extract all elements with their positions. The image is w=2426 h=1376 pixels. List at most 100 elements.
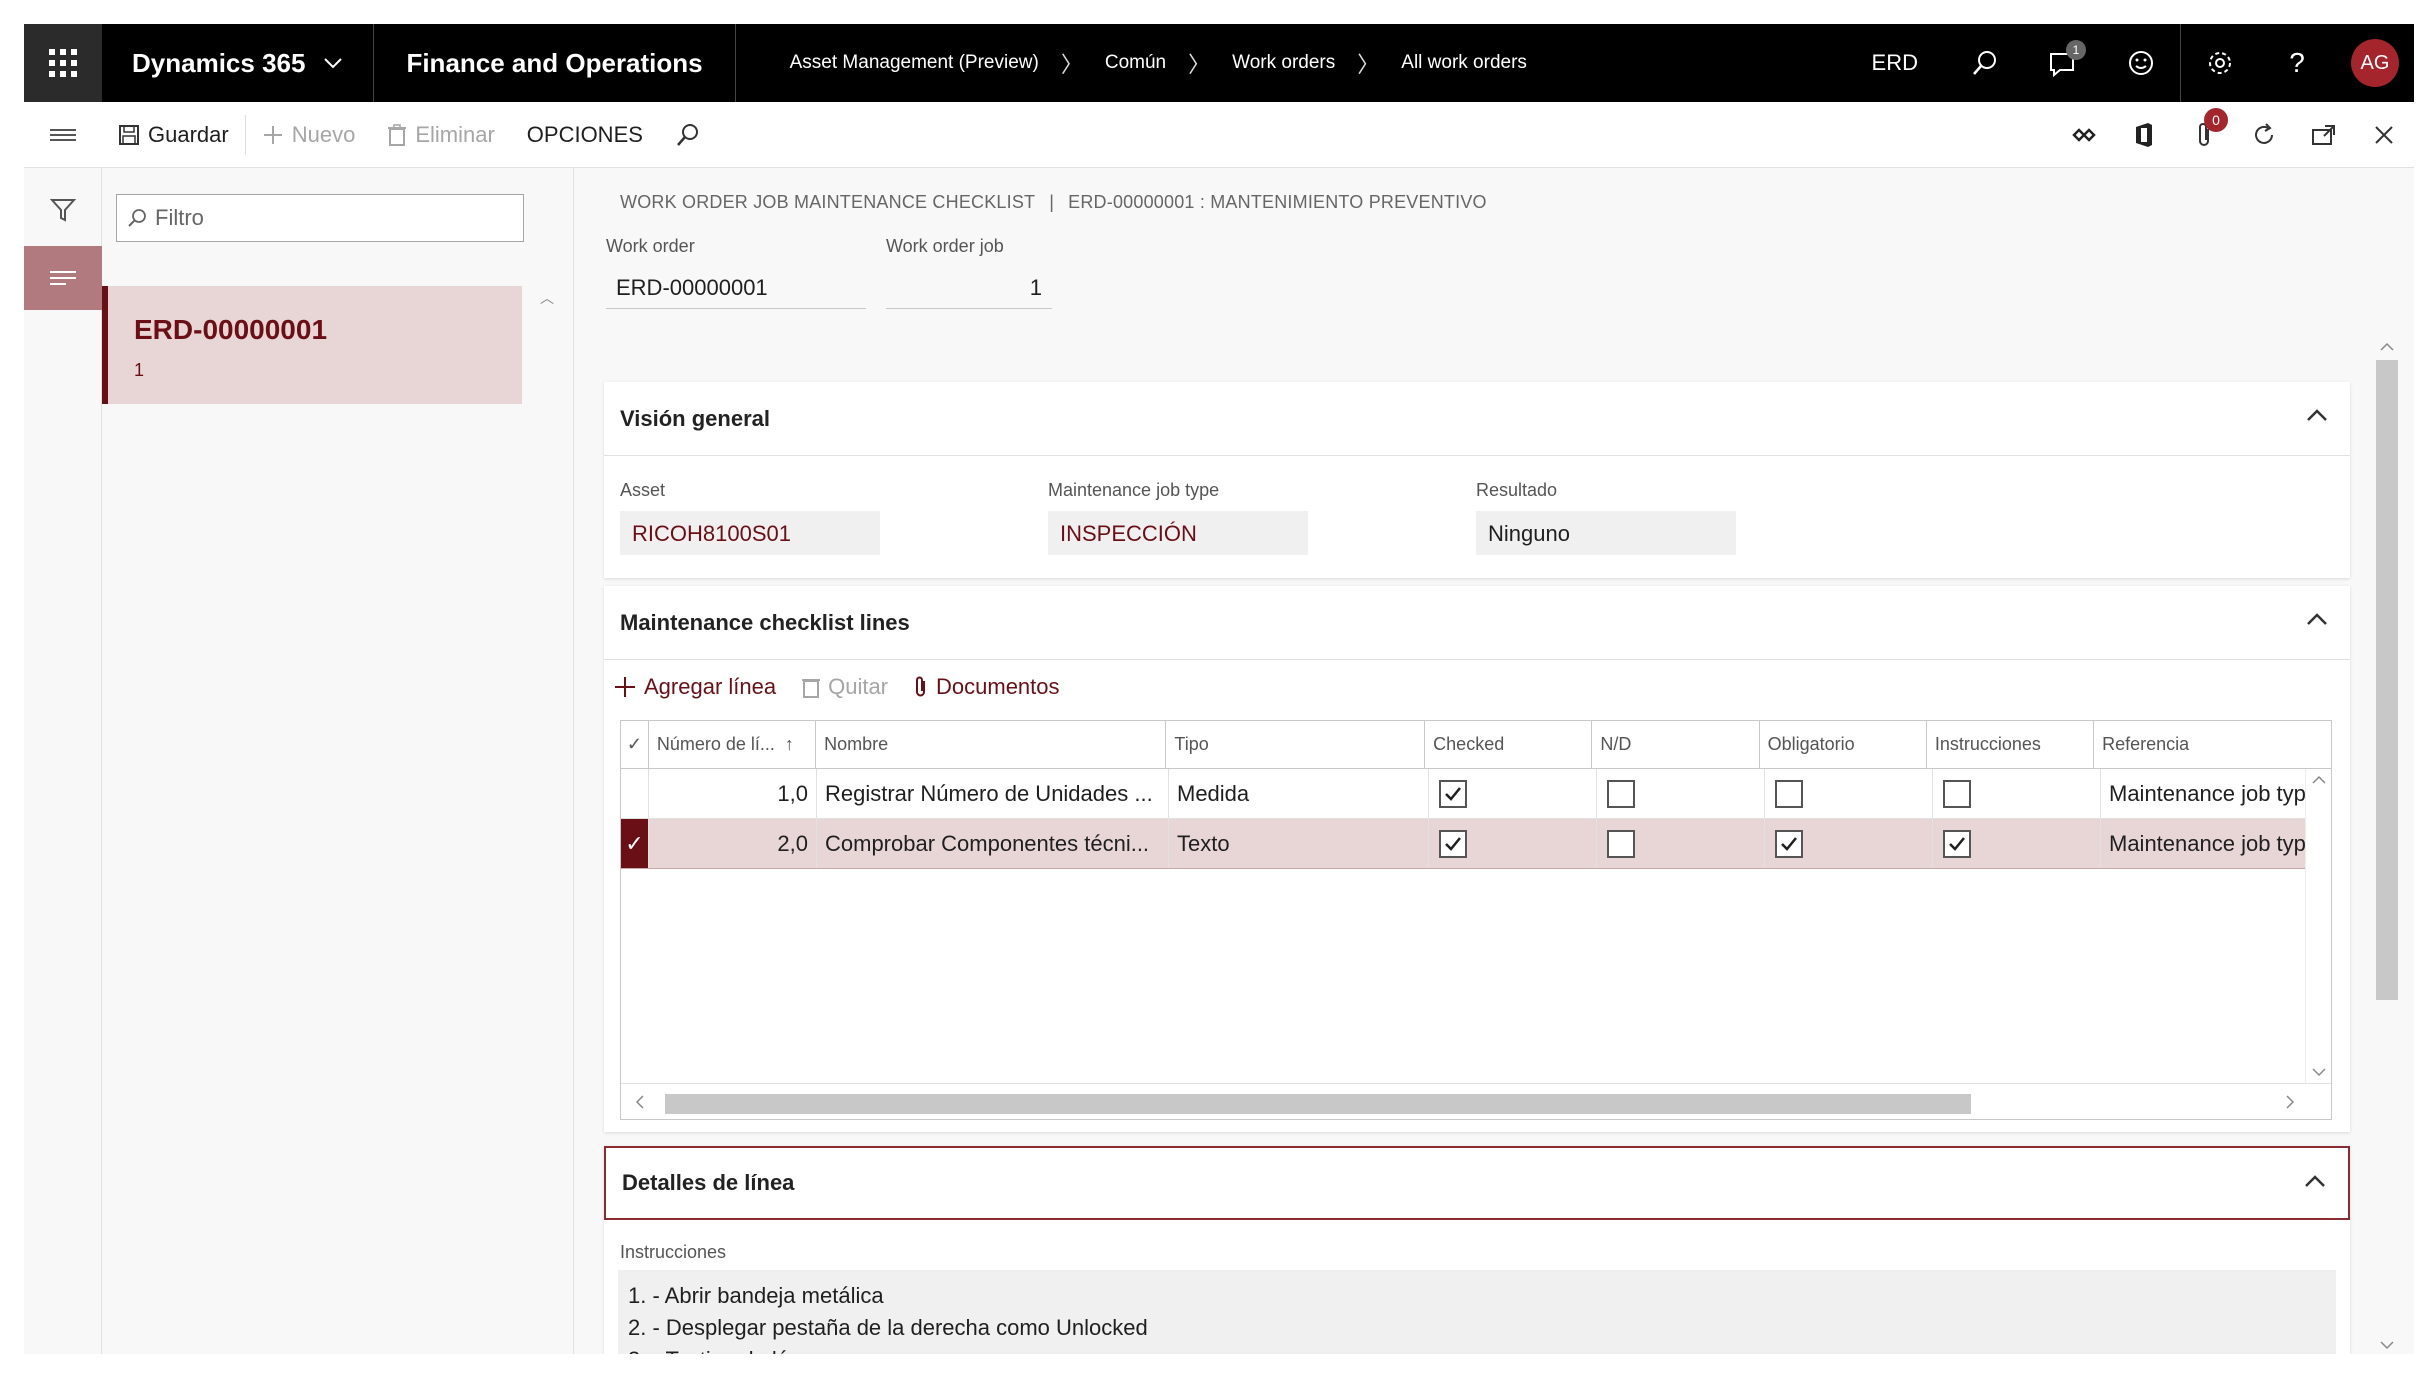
instructions-checkbox[interactable]: [1943, 829, 1971, 858]
line-number-cell[interactable]: 1,0: [649, 769, 817, 818]
name-cell[interactable]: Comprobar Componentes técni...: [817, 819, 1169, 868]
diamond-link-icon: [2072, 127, 2096, 142]
filter-pane-button[interactable]: [24, 178, 102, 242]
action-pane-right-tools: 0: [2054, 102, 2414, 168]
options-tab[interactable]: OPCIONES: [511, 102, 659, 168]
column-header-checked[interactable]: Checked: [1425, 721, 1593, 768]
overview-section-header[interactable]: Visión general: [604, 382, 2350, 456]
mandatory-checkbox[interactable]: [1775, 829, 1803, 858]
search-button[interactable]: [1946, 24, 2024, 102]
documents-button[interactable]: Documentos: [914, 674, 1060, 700]
breadcrumb-item-all-work-orders[interactable]: All work orders: [1401, 52, 1527, 74]
reference-cell[interactable]: Maintenance job typ: [2101, 819, 2315, 868]
scrollbar-thumb[interactable]: [2376, 360, 2398, 1000]
select-all-checkmark[interactable]: ✓: [621, 721, 649, 768]
column-header-instructions[interactable]: Instrucciones: [1927, 721, 2095, 768]
company-picker[interactable]: ERD: [1844, 50, 1946, 76]
line-number-cell[interactable]: 2,0: [649, 819, 817, 868]
mandatory-checkbox[interactable]: [1775, 779, 1803, 808]
save-icon: [119, 124, 139, 145]
close-button[interactable]: [2354, 102, 2414, 168]
grid-vertical-scrollbar[interactable]: [2305, 769, 2331, 1083]
list-view-button[interactable]: [24, 246, 102, 310]
column-header-mandatory[interactable]: Obligatorio: [1760, 721, 1927, 768]
remove-label: Quitar: [828, 674, 889, 699]
list-item-subtitle: 1: [134, 360, 145, 380]
chevron-up-icon: [2307, 613, 2327, 625]
instructions-checkbox[interactable]: [1943, 779, 1971, 808]
checkmark-icon: [1445, 836, 1461, 851]
grid-horizontal-scrollbar[interactable]: [621, 1083, 2331, 1119]
filter-box[interactable]: [116, 194, 524, 242]
column-header-reference[interactable]: Referencia: [2094, 721, 2331, 768]
asset-value[interactable]: RICOH8100S01: [620, 511, 880, 555]
result-label: Resultado: [1476, 480, 1558, 500]
save-label: Guardar: [148, 121, 229, 147]
column-header-na[interactable]: N/D: [1592, 721, 1760, 768]
breadcrumb-item-asset-management[interactable]: Asset Management (Preview): [790, 52, 1039, 74]
column-header-line-number[interactable]: Número de lí... ↑: [649, 721, 817, 768]
table-row[interactable]: ✓ 2,0 Comprobar Componentes técni... Tex…: [621, 819, 2331, 869]
checked-checkbox[interactable]: [1439, 779, 1467, 808]
avatar[interactable]: AG: [2351, 39, 2399, 87]
settings-button[interactable]: [2180, 24, 2258, 102]
app-switcher[interactable]: Dynamics 365: [102, 24, 375, 102]
work-order-value[interactable]: ERD-00000001: [606, 269, 866, 309]
work-order-job-label: Work order job: [886, 236, 1004, 256]
breadcrumb-item-work-orders[interactable]: Work orders: [1232, 52, 1335, 74]
table-row[interactable]: 1,0 Registrar Número de Unidades ... Med…: [621, 769, 2331, 819]
reference-cell[interactable]: Maintenance job typ: [2101, 769, 2315, 818]
checkmark-icon: [1781, 836, 1797, 851]
popout-icon: [2312, 124, 2335, 145]
na-checkbox[interactable]: [1607, 779, 1635, 808]
new-button[interactable]: Nuevo: [246, 102, 372, 168]
notifications-button[interactable]: 1: [2024, 24, 2102, 102]
type-cell[interactable]: Texto: [1169, 819, 1429, 868]
delete-button[interactable]: Eliminar: [371, 102, 510, 168]
column-header-type[interactable]: Tipo: [1166, 721, 1426, 768]
type-cell[interactable]: Medida: [1169, 769, 1429, 818]
column-header-name[interactable]: Nombre: [816, 721, 1167, 768]
navigation-menu-button[interactable]: [24, 102, 102, 168]
action-search-button[interactable]: [659, 102, 725, 168]
result-value[interactable]: Ninguno: [1476, 511, 1736, 555]
checked-checkbox[interactable]: [1439, 829, 1467, 858]
delete-label: Eliminar: [415, 121, 495, 147]
checklist-section-header[interactable]: Maintenance checklist lines: [604, 586, 2350, 660]
office-icon: [2136, 122, 2152, 147]
row-selector[interactable]: [621, 769, 649, 818]
job-type-value[interactable]: INSPECCIÓN: [1048, 511, 1308, 555]
feedback-button[interactable]: [2102, 24, 2180, 102]
line-details-section-header[interactable]: Detalles de línea: [604, 1146, 2350, 1220]
main-vertical-scrollbar[interactable]: [2370, 338, 2400, 1354]
work-order-job-value[interactable]: 1: [886, 269, 1052, 309]
asset-field: Asset RICOH8100S01: [620, 480, 880, 555]
instruction-line: 2. - Desplegar pestaña de la derecha com…: [628, 1315, 1148, 1340]
paperclip-icon: [916, 676, 926, 697]
power-apps-button[interactable]: [2054, 102, 2114, 168]
open-new-window-button[interactable]: [2294, 102, 2354, 168]
app-launcher-button[interactable]: [24, 24, 102, 102]
chevron-right-icon: 〉: [1357, 52, 1380, 77]
chevron-left-icon: [635, 1095, 644, 1109]
list-item[interactable]: ERD-00000001 1: [102, 286, 522, 404]
scrollbar-thumb[interactable]: [665, 1094, 1971, 1114]
refresh-icon: [2255, 122, 2273, 144]
attachments-count-badge: 0: [2204, 107, 2228, 132]
attachments-button[interactable]: 0: [2174, 102, 2234, 168]
help-button[interactable]: ?: [2258, 24, 2336, 102]
name-cell[interactable]: Registrar Número de Unidades ...: [817, 769, 1169, 818]
na-checkbox[interactable]: [1607, 829, 1635, 858]
instructions-cell: [1933, 819, 2101, 868]
filter-input[interactable]: [155, 205, 515, 231]
save-button[interactable]: Guardar: [102, 102, 245, 168]
breadcrumb-item-comun[interactable]: Común: [1105, 52, 1166, 74]
action-pane: Guardar Nuevo Eliminar OPCIONES 0: [24, 102, 2414, 168]
office-button[interactable]: [2114, 102, 2174, 168]
row-selector[interactable]: ✓: [621, 819, 649, 868]
scroll-up-arrow-icon[interactable]: ︿: [540, 288, 554, 308]
instructions-textarea[interactable]: 1. - Abrir bandeja metálica 2. - Despleg…: [618, 1270, 2336, 1354]
remove-button[interactable]: Quitar: [802, 674, 888, 700]
add-line-button[interactable]: Agregar línea: [614, 674, 776, 700]
refresh-button[interactable]: [2234, 102, 2294, 168]
